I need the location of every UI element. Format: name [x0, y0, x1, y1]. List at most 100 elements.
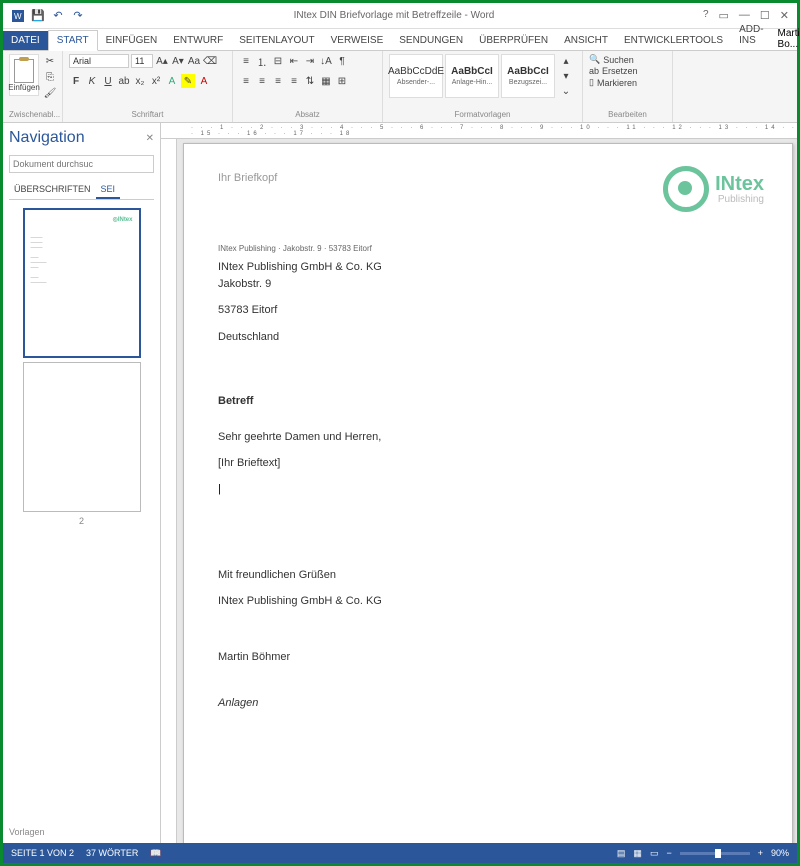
view-print-icon[interactable]: ▦ [633, 848, 642, 859]
strike-button[interactable]: ab [117, 74, 131, 88]
superscript-button[interactable]: x² [149, 74, 163, 88]
tab-layout[interactable]: SEITENLAYOUT [231, 31, 322, 50]
save-icon[interactable]: 💾 [31, 9, 45, 23]
view-web-icon[interactable]: ▭ [650, 848, 659, 859]
nav-tab-pages[interactable]: SEI [96, 181, 121, 199]
multilevel-icon[interactable]: ⊟ [271, 54, 285, 68]
tab-design[interactable]: ENTWURF [165, 31, 231, 50]
ribbon-collapse-icon[interactable]: ▭ [719, 9, 729, 22]
recipient-address[interactable]: INtex Publishing GmbH & Co. KG Jakobstr.… [218, 259, 758, 345]
tab-insert[interactable]: EINFÜGEN [98, 31, 166, 50]
style-item-2[interactable]: AaBbCcI Anlage-Hin... [445, 54, 499, 98]
status-words[interactable]: 37 WÖRTER [86, 848, 138, 858]
styles-up-icon[interactable]: ▴ [559, 54, 573, 68]
bullets-icon[interactable]: ≡ [239, 54, 253, 68]
svg-text:W: W [14, 12, 22, 21]
nav-tabs: ÜBERSCHRIFTEN SEI [9, 181, 154, 200]
body-placeholder[interactable]: [Ihr Brieftext] [218, 457, 758, 469]
underline-button[interactable]: U [101, 74, 115, 88]
close-icon[interactable]: ✕ [780, 9, 789, 22]
style-item-3[interactable]: AaBbCcI Bezugszei... [501, 54, 555, 98]
sort-icon[interactable]: ↓A [319, 54, 333, 68]
align-left-icon[interactable]: ≡ [239, 74, 253, 88]
zoom-level[interactable]: 90% [771, 848, 789, 858]
font-size-select[interactable]: 11 [131, 54, 153, 68]
logo-sub: Publishing [715, 194, 764, 205]
tab-start[interactable]: START [48, 30, 98, 51]
indent-icon[interactable]: ⇥ [303, 54, 317, 68]
font-color-icon[interactable]: A [197, 74, 211, 88]
bold-button[interactable]: F [69, 74, 83, 88]
attachments-label[interactable]: Anlagen [218, 697, 758, 709]
logo-name: INtex [715, 174, 764, 194]
clear-format-icon[interactable]: ⌫ [203, 54, 217, 68]
grow-font-icon[interactable]: A▴ [155, 54, 169, 68]
tab-review[interactable]: ÜBERPRÜFEN [471, 31, 556, 50]
document-page[interactable]: Ihr Briefkopf INtex Publishing INtex Pub… [183, 143, 793, 843]
select-button[interactable]: ▯Markieren [589, 77, 638, 88]
change-case-icon[interactable]: Aa [187, 54, 201, 68]
paste-button[interactable]: Einfügen [9, 54, 39, 96]
thumb-page-1[interactable]: ◎INtex ——————————————————————— [23, 208, 141, 358]
ruler-horizontal[interactable]: · · · 1 · · · 2 · · · 3 · · · 4 · · · 5 … [161, 123, 797, 139]
outdent-icon[interactable]: ⇤ [287, 54, 301, 68]
edit-label: Bearbeiten [589, 110, 666, 119]
zoom-in-icon[interactable]: + [758, 848, 763, 858]
undo-icon[interactable]: ↶ [51, 9, 65, 23]
style-item-1[interactable]: AaBbCcDdE Absender-... [389, 54, 443, 98]
status-lang-icon[interactable]: 📖 [150, 848, 161, 859]
borders-icon[interactable]: ⊞ [335, 74, 349, 88]
align-right-icon[interactable]: ≡ [271, 74, 285, 88]
line-spacing-icon[interactable]: ⇅ [303, 74, 317, 88]
copy-icon[interactable]: ⎘ [43, 70, 57, 84]
nav-tab-headings[interactable]: ÜBERSCHRIFTEN [9, 181, 96, 199]
italic-button[interactable]: K [85, 74, 99, 88]
tab-developer[interactable]: ENTWICKLERTOOLS [616, 31, 731, 50]
tab-addins[interactable]: ADD-INS [731, 20, 771, 50]
zoom-out-icon[interactable]: − [666, 848, 671, 858]
text-cursor[interactable] [218, 483, 758, 495]
thumb-2-number: 2 [9, 516, 154, 526]
highlight-icon[interactable]: ✎ [181, 74, 195, 88]
justify-icon[interactable]: ≡ [287, 74, 301, 88]
shrink-font-icon[interactable]: A▾ [171, 54, 185, 68]
salutation[interactable]: Sehr geehrte Damen und Herren, [218, 431, 758, 443]
zoom-slider[interactable] [680, 852, 750, 855]
nav-search-input[interactable] [9, 155, 154, 173]
workspace: Navigation ✕ ÜBERSCHRIFTEN SEI ◎INtex ——… [3, 123, 797, 843]
replace-button[interactable]: abErsetzen [589, 66, 638, 76]
numbering-icon[interactable]: ⒈ [255, 54, 269, 68]
font-name-select[interactable]: Arial [69, 54, 129, 68]
align-center-icon[interactable]: ≡ [255, 74, 269, 88]
pilcrow-icon[interactable]: ¶ [335, 54, 349, 68]
styles-down-icon[interactable]: ▾ [559, 69, 573, 83]
help-icon[interactable]: ? [703, 9, 709, 22]
subscript-button[interactable]: x₂ [133, 74, 147, 88]
subject-line[interactable]: Betreff [218, 395, 758, 407]
sender-line[interactable]: INtex Publishing · Jakobstr. 9 · 53783 E… [218, 244, 758, 253]
nav-close-icon[interactable]: ✕ [146, 133, 154, 144]
signer-name[interactable]: Martin Böhmer [218, 651, 758, 663]
view-read-icon[interactable]: ▤ [617, 848, 626, 859]
format-painter-icon[interactable]: 🖌 [43, 86, 57, 100]
status-page[interactable]: SEITE 1 VON 2 [11, 848, 74, 858]
user-account[interactable]: Martin Bo... [772, 28, 800, 50]
cut-icon[interactable]: ✂ [43, 54, 57, 68]
tab-mailings[interactable]: SENDUNGEN [391, 31, 471, 50]
text-effects-icon[interactable]: A [165, 74, 179, 88]
redo-icon[interactable]: ↷ [71, 9, 85, 23]
closing[interactable]: Mit freundlichen Grüßen [218, 569, 758, 581]
tab-file[interactable]: DATEI [3, 31, 48, 50]
ruler-vertical[interactable] [161, 139, 177, 843]
thumb-page-2[interactable] [23, 362, 141, 512]
company-sign[interactable]: INtex Publishing GmbH & Co. KG [218, 595, 758, 607]
styles-more-icon[interactable]: ⌄ [559, 84, 573, 98]
find-button[interactable]: 🔍Suchen [589, 54, 638, 65]
group-font: Arial 11 A▴ A▾ Aa ⌫ F K U ab x₂ x² A ✎ A… [63, 51, 233, 122]
shading-icon[interactable]: ▦ [319, 74, 333, 88]
tab-references[interactable]: VERWEISE [323, 31, 392, 50]
group-styles: AaBbCcDdE Absender-... AaBbCcI Anlage-Hi… [383, 51, 583, 122]
tab-view[interactable]: ANSICHT [556, 31, 616, 50]
nav-footer: Vorlagen [9, 823, 154, 837]
ribbon-tabs: DATEI START EINFÜGEN ENTWURF SEITENLAYOU… [3, 29, 797, 51]
